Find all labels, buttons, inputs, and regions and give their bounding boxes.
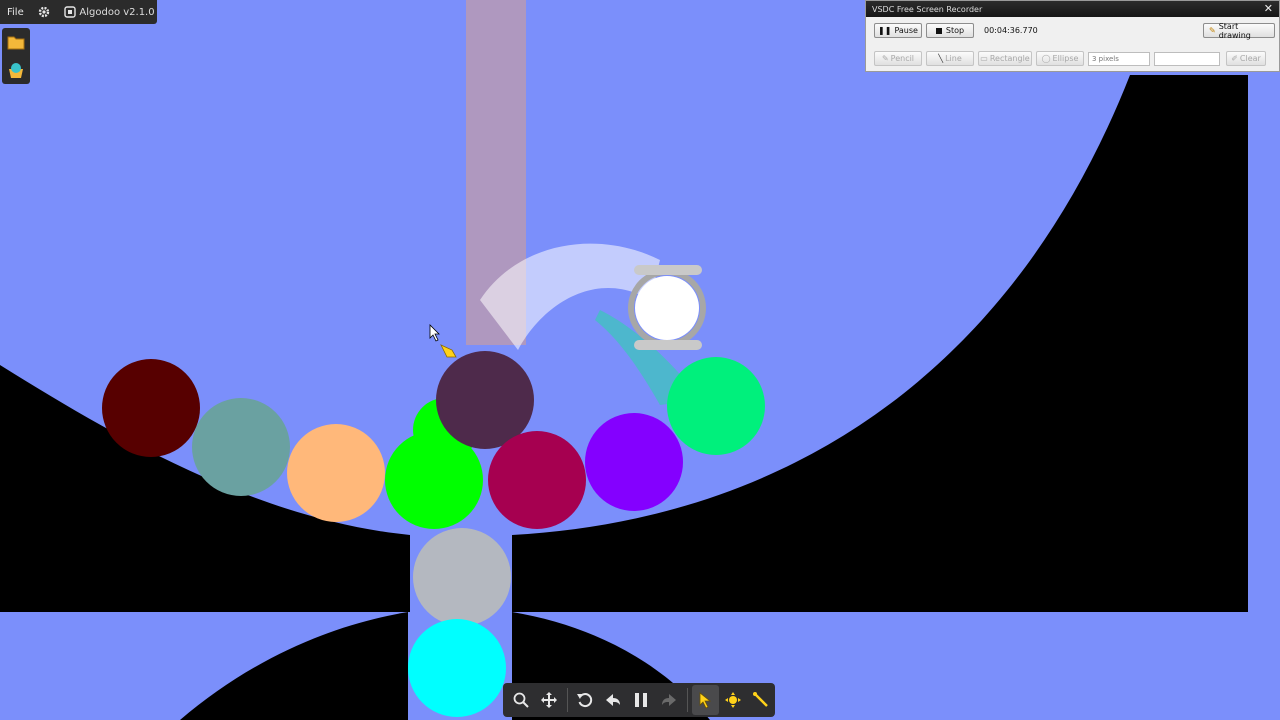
- toolbar-divider: [566, 688, 568, 712]
- white-ball[interactable]: [635, 276, 699, 340]
- silver-ball[interactable]: [413, 528, 511, 626]
- simulation-toolbar: [503, 683, 775, 717]
- palette-icon[interactable]: [6, 60, 26, 80]
- app-title: Algodoo v2.1.0: [77, 0, 157, 24]
- recorder-titlebar: VSDC Free Screen Recorder ✕: [866, 1, 1279, 17]
- plum-ball[interactable]: [436, 351, 534, 449]
- start-drawing-button[interactable]: ✎ Start drawing: [1203, 22, 1275, 40]
- line-icon: ╲: [938, 54, 944, 63]
- thickness-select[interactable]: 3 pixels: [1088, 51, 1150, 66]
- teal-gray-ball[interactable]: [192, 398, 290, 496]
- elapsed-time: 00:04:36.770: [984, 26, 1038, 35]
- algodoo-menu-bar: File: [0, 0, 83, 24]
- color-select[interactable]: [1154, 51, 1220, 66]
- pause-icon[interactable]: [627, 685, 655, 715]
- peach-ball[interactable]: [287, 424, 385, 522]
- ellipse-icon: ◯: [1041, 54, 1051, 63]
- cyan-ball[interactable]: [408, 619, 506, 717]
- toolbar-divider: [686, 688, 688, 712]
- line-button[interactable]: ╲ Line: [926, 51, 974, 66]
- dark-red-ball[interactable]: [102, 359, 200, 457]
- forward-icon[interactable]: [655, 685, 683, 715]
- violet-ball[interactable]: [585, 413, 683, 511]
- rectangle-icon: ▭: [980, 54, 988, 63]
- move-tool-icon[interactable]: [719, 685, 747, 715]
- recorder-window: VSDC Free Screen Recorder ✕ ❚❚ Pause Sto…: [865, 0, 1280, 72]
- recorder-title: VSDC Free Screen Recorder: [872, 4, 983, 14]
- rectangle-button[interactable]: ▭ Rectangle: [978, 51, 1032, 66]
- ellipse-button[interactable]: ◯ Ellipse: [1036, 51, 1084, 66]
- pause-icon: ❚❚: [878, 26, 892, 35]
- pencil-icon: ✎: [881, 54, 889, 63]
- undo-icon[interactable]: [572, 685, 600, 715]
- clear-button[interactable]: ✐ Clear: [1226, 51, 1266, 66]
- pan-icon[interactable]: [535, 685, 563, 715]
- folder-icon[interactable]: [6, 32, 26, 52]
- stop-icon: [935, 27, 942, 34]
- mint-ball[interactable]: [667, 357, 765, 455]
- gear-icon[interactable]: [31, 0, 57, 24]
- back-icon[interactable]: [599, 685, 627, 715]
- file-menu[interactable]: File: [0, 0, 31, 24]
- simulation-canvas[interactable]: [0, 0, 1280, 720]
- algodoo-side-panel: [2, 28, 30, 84]
- select-tool-icon[interactable]: [691, 685, 720, 715]
- pause-button[interactable]: ❚❚ Pause: [874, 23, 922, 38]
- brush-icon: ✎: [1209, 26, 1216, 35]
- close-icon[interactable]: ✕: [1264, 2, 1273, 15]
- eraser-icon: ✐: [1231, 54, 1238, 63]
- zoom-icon[interactable]: [507, 685, 535, 715]
- pencil-button[interactable]: ✎ Pencil: [874, 51, 922, 66]
- drag-tool-icon[interactable]: [747, 685, 775, 715]
- stop-button[interactable]: Stop: [926, 23, 974, 38]
- crimson-ball[interactable]: [488, 431, 586, 529]
